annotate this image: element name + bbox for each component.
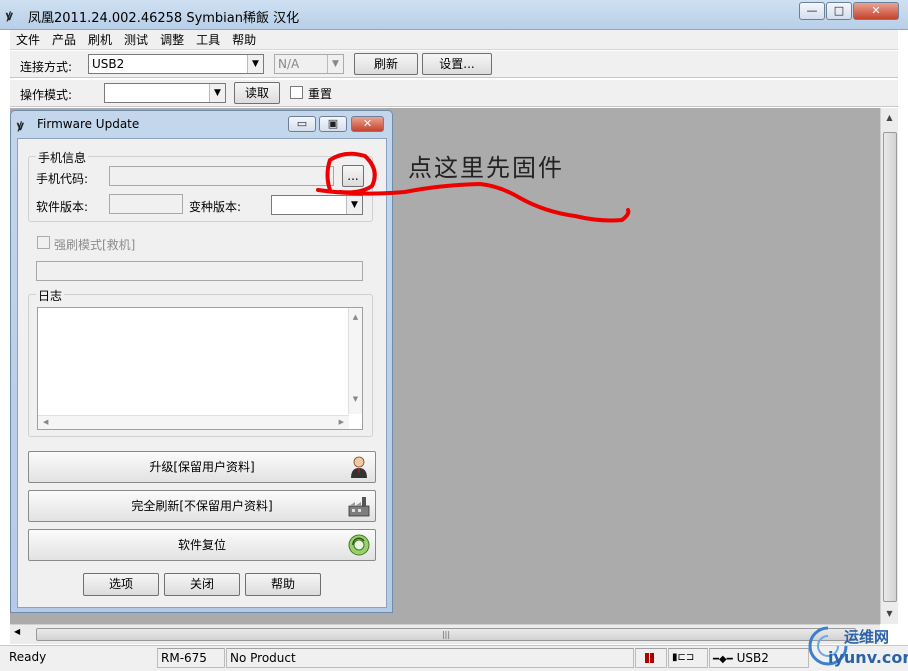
menu-tools[interactable]: 工具 — [190, 30, 226, 50]
secondary-select: N/A ▼ — [274, 54, 344, 74]
chevron-down-icon: ▼ — [247, 55, 263, 73]
scrollbar-thumb[interactable]: ||| — [36, 628, 856, 641]
log-vscroll[interactable]: ▲ ▼ — [348, 308, 362, 414]
menu-product[interactable]: 产品 — [46, 30, 82, 50]
full-flash-button[interactable]: 完全刷新[不保留用户资料] — [28, 490, 376, 522]
mode-toolbar: 操作模式: ▼ 读取 重置 — [10, 80, 898, 107]
scroll-down-icon[interactable]: ▼ — [881, 606, 898, 622]
status-connection: ━◆━ USB2 — [709, 648, 809, 668]
status-text: Ready — [9, 650, 47, 664]
mode-select[interactable]: ▼ — [104, 83, 226, 103]
firmware-window-body: 手机信息 手机代码: ... 软件版本: 变种版本: ▼ 强刷模式[救机] 日志… — [17, 138, 387, 608]
factory-icon — [348, 497, 370, 517]
app-logo-icon: ꝟ — [17, 119, 24, 134]
menu-flash[interactable]: 刷机 — [82, 30, 118, 50]
variant-version-select[interactable]: ▼ — [271, 195, 363, 215]
software-reset-button[interactable]: 软件复位 — [28, 529, 376, 561]
sw-version-field — [109, 194, 183, 214]
reset-checkbox[interactable] — [290, 86, 303, 99]
connection-toolbar: 连接方式: USB2 ▼ N/A ▼ 刷新 设置... — [10, 51, 898, 78]
user-icon — [351, 456, 367, 478]
menu-file[interactable]: 文件 — [10, 30, 46, 50]
maximize-button[interactable]: □ — [826, 2, 852, 20]
upgrade-button-label: 升级[保留用户资料] — [149, 460, 255, 474]
progress-bar — [36, 261, 363, 281]
close-window-button[interactable]: 关闭 — [164, 573, 240, 596]
secondary-select-value: N/A — [278, 57, 300, 71]
horizontal-scrollbar[interactable]: ◀ ||| — [10, 624, 880, 644]
vertical-scrollbar[interactable]: ▲ ▼ — [880, 108, 898, 624]
reset-label: 重置 — [308, 87, 333, 101]
child-maximize-button[interactable]: ▣ — [319, 116, 347, 132]
sw-version-label: 软件版本: — [36, 200, 89, 214]
status-model: RM-675 — [157, 648, 225, 668]
status-product: No Product — [226, 648, 634, 668]
child-minimize-button[interactable]: ▭ — [288, 116, 316, 132]
status-bar: Ready RM-675 No Product ▮⊏⊐ ━◆━ USB2 — [0, 645, 908, 671]
site-watermark: 运维网 iyunv.com — [806, 622, 908, 670]
software-reset-button-label: 软件复位 — [177, 538, 226, 552]
chevron-down-icon: ▼ — [327, 55, 343, 73]
menu-test[interactable]: 测试 — [118, 30, 154, 50]
status-connection-label: USB2 — [736, 651, 769, 665]
log-hscroll[interactable]: ◀ ▶ — [38, 415, 349, 429]
phone-code-field — [109, 166, 334, 186]
menu-bar: 文件 产品 刷机 测试 调整 工具 帮助 — [10, 30, 898, 50]
window-title: 凤凰2011.24.002.46258 Symbian稀飯 汉化 — [28, 11, 300, 26]
settings-button[interactable]: 设置... — [422, 53, 492, 75]
status-indicator — [635, 648, 667, 668]
menu-help[interactable]: 帮助 — [226, 30, 262, 50]
full-flash-button-label: 完全刷新[不保留用户资料] — [131, 499, 273, 513]
annotation-text: 点这里先固件 — [408, 154, 564, 182]
watermark-en: iyunv.com — [828, 648, 908, 667]
upgrade-button[interactable]: 升级[保留用户资料] — [28, 451, 376, 483]
minimize-button[interactable]: — — [799, 2, 825, 20]
chevron-down-icon: ▼ — [209, 84, 225, 102]
firmware-window-title: Firmware Update — [37, 117, 140, 131]
firmware-update-window: ꝟ Firmware Update ▭ ▣ ✕ 手机信息 手机代码: ... 软… — [10, 110, 393, 613]
browse-button[interactable]: ... — [342, 165, 364, 187]
scrollbar-thumb[interactable] — [883, 132, 897, 602]
options-button[interactable]: 选项 — [83, 573, 159, 596]
log-textarea[interactable]: ▲ ▼ ◀ ▶ — [37, 307, 363, 430]
connection-select-value: USB2 — [92, 57, 125, 71]
connection-select[interactable]: USB2 ▼ — [88, 54, 264, 74]
scroll-up-icon[interactable]: ▲ — [881, 110, 898, 126]
usb-cable-icon: ━◆━ — [713, 654, 733, 665]
phone-info-caption: 手机信息 — [36, 149, 89, 166]
child-close-button[interactable]: ✕ — [351, 116, 384, 132]
connection-label: 连接方式: — [20, 60, 73, 74]
phone-connection-icon: ▮⊏⊐ — [668, 648, 708, 668]
app-logo-icon: ꝟ — [6, 9, 13, 24]
watermark-cn: 运维网 — [844, 628, 890, 646]
reset-gear-icon — [348, 534, 370, 556]
scroll-left-icon[interactable]: ◀ — [14, 627, 20, 636]
chevron-down-icon: ▼ — [346, 196, 362, 214]
force-flash-label: 强刷模式[救机] — [54, 238, 136, 252]
menu-adjust[interactable]: 调整 — [154, 30, 190, 50]
phone-info-group: 手机信息 手机代码: ... 软件版本: 变种版本: ▼ — [28, 149, 373, 222]
phone-code-label: 手机代码: — [36, 172, 89, 186]
log-caption: 日志 — [36, 287, 65, 304]
mode-label: 操作模式: — [20, 88, 73, 102]
help-button[interactable]: 帮助 — [245, 573, 321, 596]
refresh-button[interactable]: 刷新 — [354, 53, 418, 75]
read-button[interactable]: 读取 — [234, 82, 280, 104]
title-bar: ꝟ 凤凰2011.24.002.46258 Symbian稀飯 汉化 — □ ✕ — [0, 0, 908, 30]
close-button[interactable]: ✕ — [853, 2, 899, 20]
log-group: 日志 ▲ ▼ ◀ ▶ — [28, 287, 373, 437]
variant-version-label: 变种版本: — [189, 200, 242, 214]
force-flash-checkbox[interactable] — [37, 236, 50, 249]
